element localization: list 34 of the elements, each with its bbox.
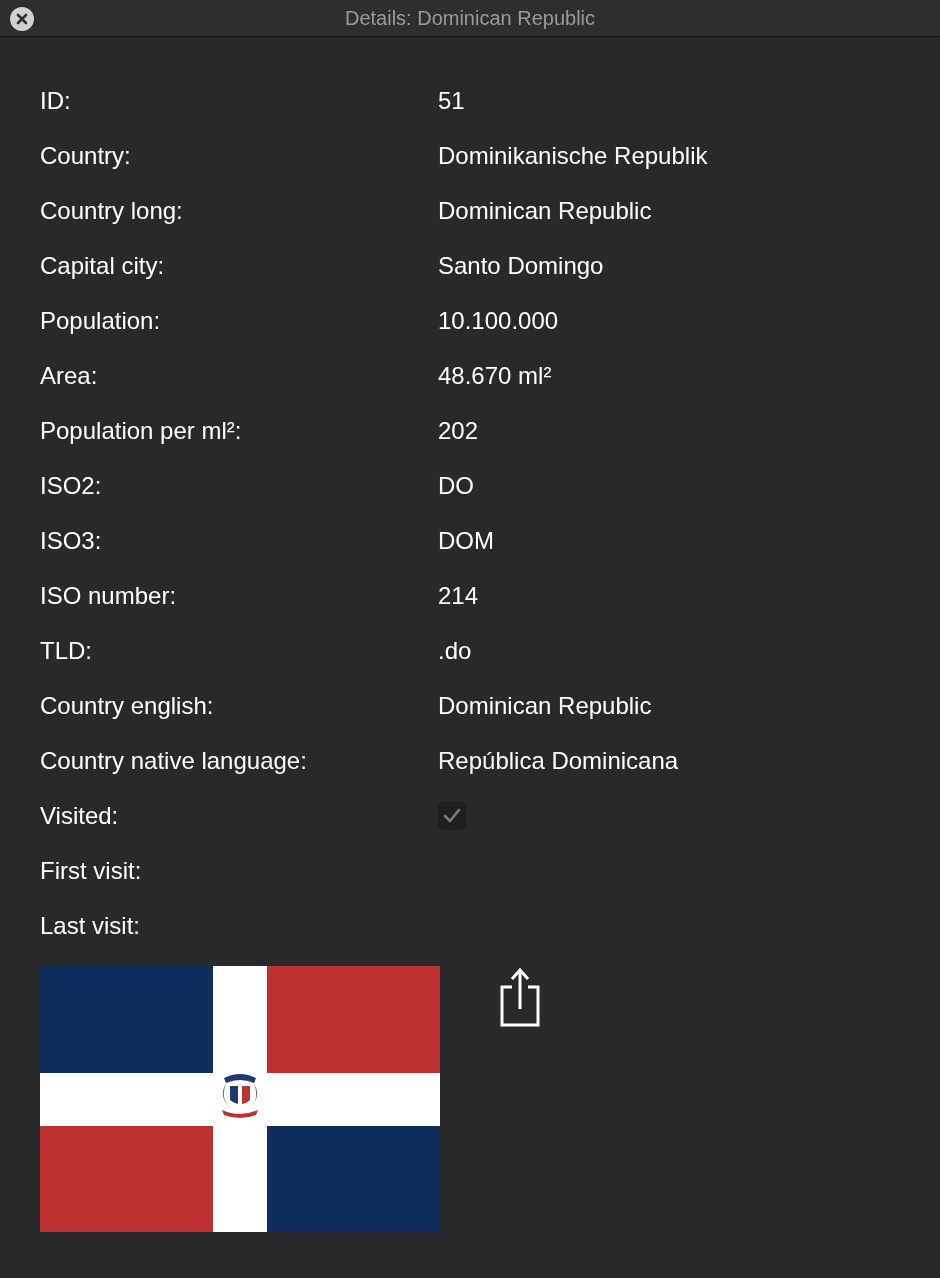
field-label: ISO2: — [40, 470, 103, 501]
field-label: ISO3: — [40, 525, 103, 556]
field-value: Santo Domingo — [438, 250, 604, 281]
field-label: Capital city: — [40, 250, 166, 281]
field-value: 202 — [438, 415, 479, 446]
field-label: First visit: — [40, 855, 143, 886]
field-label: Visited: — [40, 800, 120, 831]
field-label: Country: — [40, 140, 132, 171]
field-label: ISO number: — [40, 580, 178, 611]
field-value: República Dominicana — [438, 745, 679, 776]
field-value: 10.100.000 — [438, 305, 559, 336]
share-icon — [499, 967, 541, 1027]
field-value: 48.670 ml² — [438, 360, 552, 391]
field-label: Country native language: — [40, 745, 308, 776]
field-value: DO — [438, 470, 474, 501]
field-value: Dominican Republic — [438, 690, 652, 721]
field-label: Population per ml²: — [40, 415, 243, 446]
field-label: Country long: — [40, 195, 184, 226]
close-icon — [16, 13, 28, 25]
field-label: Country english: — [40, 690, 215, 721]
field-value: Dominikanische Republik — [438, 140, 708, 171]
field-label: Area: — [40, 360, 99, 391]
field-value: .do — [438, 635, 472, 666]
field-value: Dominican Republic — [438, 195, 652, 226]
field-label: Last visit: — [40, 910, 142, 941]
field-value: 51 — [438, 85, 465, 116]
field-value: DOM — [438, 525, 494, 556]
field-label: Population: — [40, 305, 162, 336]
close-button[interactable] — [10, 7, 34, 31]
window-title: Details: Dominican Republic — [344, 6, 596, 31]
field-label: TLD: — [40, 635, 93, 666]
share-button[interactable] — [498, 966, 542, 1028]
field-value: 214 — [438, 580, 479, 611]
field-label: ID: — [40, 85, 72, 116]
